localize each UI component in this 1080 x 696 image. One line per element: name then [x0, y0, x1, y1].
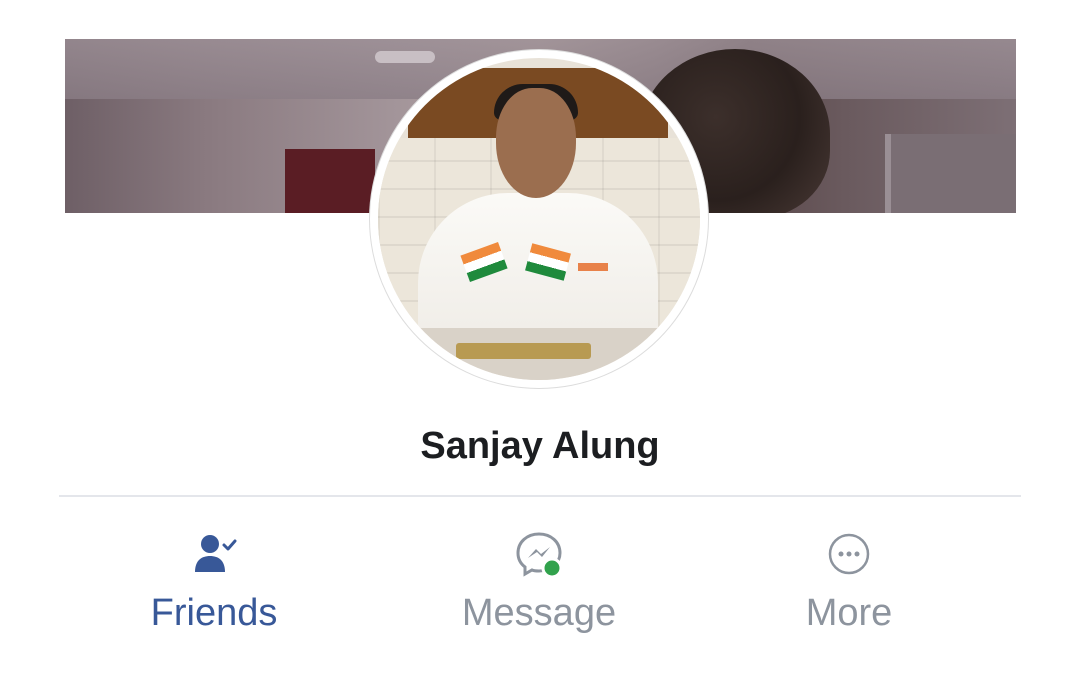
more-button[interactable]: More	[699, 520, 999, 650]
profile-action-bar: Friends Message More	[59, 520, 1021, 650]
profile-name: Sanjay Alung	[420, 425, 660, 467]
profile-picture[interactable]	[370, 50, 708, 388]
message-label: Message	[461, 592, 617, 634]
message-button[interactable]: Message	[389, 520, 689, 650]
more-label: More	[805, 592, 893, 634]
friends-check-icon	[188, 528, 240, 580]
divider	[59, 495, 1021, 497]
friends-button[interactable]: Friends	[64, 520, 364, 650]
profile-page: Sanjay Alung Friends Message More	[0, 0, 1080, 696]
messenger-icon	[513, 528, 565, 580]
profile-photo-image	[378, 58, 700, 380]
friends-label: Friends	[150, 592, 278, 634]
more-dots-icon	[823, 528, 875, 580]
